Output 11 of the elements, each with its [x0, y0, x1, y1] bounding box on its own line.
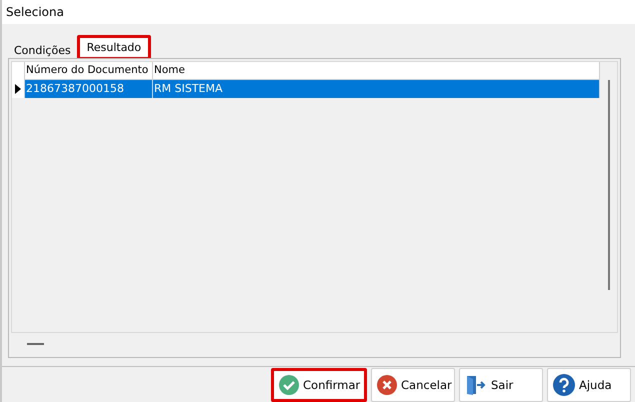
table-cell[interactable]: RM SISTEMA [153, 80, 600, 98]
help-button[interactable]: Ajuda [547, 368, 631, 402]
tab[interactable]: Condições [8, 41, 77, 60]
cancel-button[interactable]: Cancelar [371, 368, 455, 402]
exit-button[interactable]: Sair [459, 368, 543, 402]
column-header[interactable]: Nome [153, 62, 600, 80]
table-cell[interactable]: 21867387000158 [25, 80, 153, 98]
tab[interactable]: Resultado [76, 35, 152, 60]
window-title: Seleciona [6, 5, 64, 19]
confirm-button[interactable]: Confirmar [271, 368, 367, 402]
column-header[interactable]: Número do Documento [25, 62, 153, 80]
